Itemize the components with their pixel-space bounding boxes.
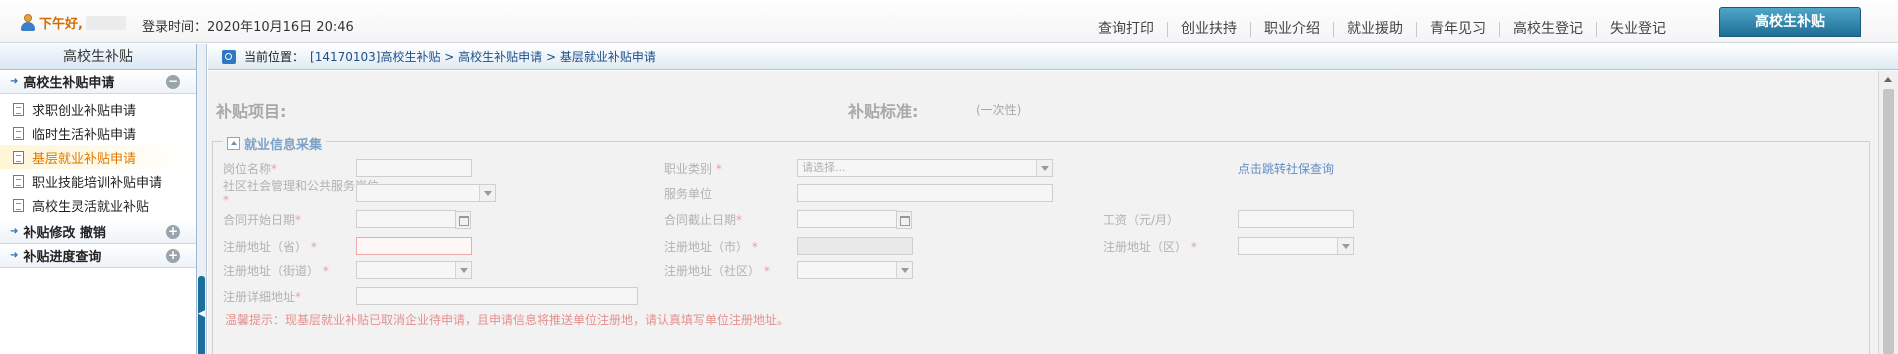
arrow-right-icon: ➜ (10, 226, 19, 237)
one-time-note: (一次性) (976, 103, 1022, 117)
reg-district-label: 注册地址（区） * (1103, 240, 1197, 254)
reg-community-select[interactable] (797, 261, 913, 279)
document-icon (13, 198, 24, 212)
contract-end-label: 合同截止日期* (664, 213, 743, 227)
scroll-up-icon[interactable] (1884, 77, 1892, 82)
sidebar-group-label: 高校生补贴申请 (23, 76, 115, 91)
employer-input[interactable] (797, 184, 1053, 202)
salary-input[interactable] (1238, 210, 1354, 228)
main-content: 补贴项目: 补贴标准: (一次性) 就业信息采集 岗位名称* 职业类别 * 请选… (208, 71, 1878, 354)
document-icon (13, 174, 24, 188)
warm-tip: 温馨提示：现基层就业补贴已取消企业待申请，且申请信息将推送单位注册地，请认真填写… (225, 313, 790, 327)
chevron-down-icon (1036, 160, 1052, 176)
community-post-select[interactable] (356, 184, 496, 202)
arrow-right-icon: ➜ (10, 76, 19, 87)
sidebar-group-label: 补贴进度查询 (23, 250, 102, 265)
sidebar-item-label: 求职创业补贴申请 (32, 103, 137, 119)
app-root: 下午好, 登录时间：2020年10月16日 20:46 查询打印 创业扶持 职业… (0, 0, 1898, 354)
calendar-icon[interactable] (896, 211, 912, 229)
sidebar-item-label: 临时生活补贴申请 (32, 127, 137, 143)
job-category-select[interactable]: 请选择... (797, 159, 1053, 177)
sidebar-item-label: 职业技能培训补贴申请 (32, 175, 163, 191)
greeting-text: 下午好, (39, 17, 83, 32)
document-icon (13, 126, 24, 140)
expand-icon[interactable]: + (166, 249, 180, 263)
sidebar-item-flexible[interactable]: 高校生灵活就业补贴 (0, 193, 196, 217)
section-legend[interactable]: 就业信息采集 (223, 134, 327, 153)
document-icon (13, 150, 24, 164)
reg-province-label: 注册地址（省） * (223, 240, 317, 254)
reg-detail-input[interactable] (356, 287, 638, 305)
reg-community-label: 注册地址（社区） * (664, 264, 770, 278)
vertical-scrollbar[interactable] (1878, 71, 1898, 354)
reg-street-label: 注册地址（街道） * (223, 264, 329, 278)
employment-info-section: 就业信息采集 岗位名称* 职业类别 * 请选择... 点击跳转社保查询 社区社会… (212, 134, 1870, 354)
nav-query-print[interactable]: 查询打印 (1085, 22, 1168, 37)
chevron-down-icon (479, 185, 495, 201)
nav-graduate-register[interactable]: 高校生登记 (1500, 22, 1597, 37)
breadcrumb-label: 当前位置： (244, 50, 305, 64)
subsidy-standard-label: 补贴标准: (848, 102, 919, 121)
username-redacted (85, 15, 126, 30)
expand-icon[interactable]: + (166, 225, 180, 239)
reg-district-select[interactable] (1238, 237, 1354, 255)
nav-youth-trainee[interactable]: 青年见习 (1417, 22, 1500, 37)
sidebar-group-progress[interactable]: ➜ 补贴进度查询 + (0, 244, 196, 268)
nav-job-intro[interactable]: 职业介绍 (1251, 22, 1334, 37)
sidebar-group-label: 补贴修改 撤销 (23, 226, 106, 241)
search-icon (222, 49, 236, 64)
sidebar: 高校生补贴 ➜ 高校生补贴申请 − 求职创业补贴申请 临时生活补贴申请 基层就业… (0, 44, 197, 354)
chevron-down-icon (896, 262, 912, 278)
chevron-down-icon (1337, 238, 1353, 254)
subsidy-item-label: 补贴项目: (216, 102, 287, 121)
job-category-label: 职业类别 * (664, 162, 722, 176)
sidebar-sub-list: 求职创业补贴申请 临时生活补贴申请 基层就业补贴申请 职业技能培训补贴申请 高校… (0, 94, 196, 220)
reg-detail-label: 注册详细地址* (223, 290, 302, 304)
salary-label: 工资（元/月） (1103, 213, 1180, 227)
nav-entrepreneurship[interactable]: 创业扶持 (1168, 22, 1251, 37)
reg-city-label: 注册地址（市） * (664, 240, 758, 254)
nav-unemployment-register[interactable]: 失业登记 (1597, 22, 1679, 37)
section-title: 就业信息采集 (244, 138, 323, 153)
calendar-icon[interactable] (455, 211, 471, 229)
sidebar-title: 高校生补贴 (0, 44, 196, 70)
nav-employment-aid[interactable]: 就业援助 (1334, 22, 1417, 37)
sidebar-group-apply[interactable]: ➜ 高校生补贴申请 − (0, 70, 196, 94)
contract-start-label: 合同开始日期* (223, 213, 302, 227)
reg-city-input[interactable] (797, 237, 913, 255)
sidebar-item-job-startup[interactable]: 求职创业补贴申请 (0, 97, 196, 121)
sidebar-group-modify[interactable]: ➜ 补贴修改 撤销 + (0, 220, 196, 244)
position-name-label: 岗位名称* (223, 162, 278, 176)
job-category-placeholder: 请选择... (802, 161, 846, 174)
social-security-link[interactable]: 点击跳转社保查询 (1238, 160, 1334, 177)
document-icon (13, 102, 24, 116)
sidebar-splitter[interactable]: ◀ (197, 44, 207, 354)
chevron-down-icon (455, 262, 471, 278)
sidebar-item-skill-training[interactable]: 职业技能培训补贴申请 (0, 169, 196, 193)
scroll-thumb[interactable] (1883, 89, 1894, 354)
contract-end-input[interactable] (797, 210, 912, 229)
login-time: 登录时间：2020年10月16日 20:46 (142, 20, 354, 35)
collapse-handle[interactable]: ◀ (198, 276, 205, 354)
greeting: 下午好, (20, 13, 126, 32)
sidebar-item-temp-living[interactable]: 临时生活补贴申请 (0, 121, 196, 145)
breadcrumb: 当前位置： [14170103]高校生补贴 > 高校生补贴申请 > 基层就业补贴… (208, 44, 1898, 70)
sidebar-item-label: 基层就业补贴申请 (32, 151, 137, 167)
breadcrumb-path: [14170103]高校生补贴 > 高校生补贴申请 > 基层就业补贴申请 (310, 50, 656, 64)
collapse-icon[interactable]: − (166, 75, 180, 89)
contract-start-input[interactable] (356, 210, 471, 229)
chevron-left-icon: ◀ (198, 309, 205, 319)
sidebar-item-label: 高校生灵活就业补贴 (32, 199, 150, 215)
top-bar: 下午好, 登录时间：2020年10月16日 20:46 查询打印 创业扶持 职业… (0, 0, 1898, 43)
reg-province-input[interactable] (356, 237, 472, 255)
tab-graduate-subsidy[interactable]: 高校生补贴 (1719, 7, 1861, 37)
user-icon (20, 13, 36, 32)
sidebar-item-grassroots[interactable]: 基层就业补贴申请 (0, 145, 196, 169)
chevron-up-icon[interactable] (227, 137, 240, 150)
position-name-input[interactable] (356, 159, 472, 177)
reg-street-select[interactable] (356, 261, 472, 279)
top-nav: 查询打印 创业扶持 职业介绍 就业援助 青年见习 高校生登记 失业登记 (1085, 22, 1679, 37)
arrow-right-icon: ➜ (10, 250, 19, 261)
employer-label: 服务单位 (664, 187, 713, 201)
